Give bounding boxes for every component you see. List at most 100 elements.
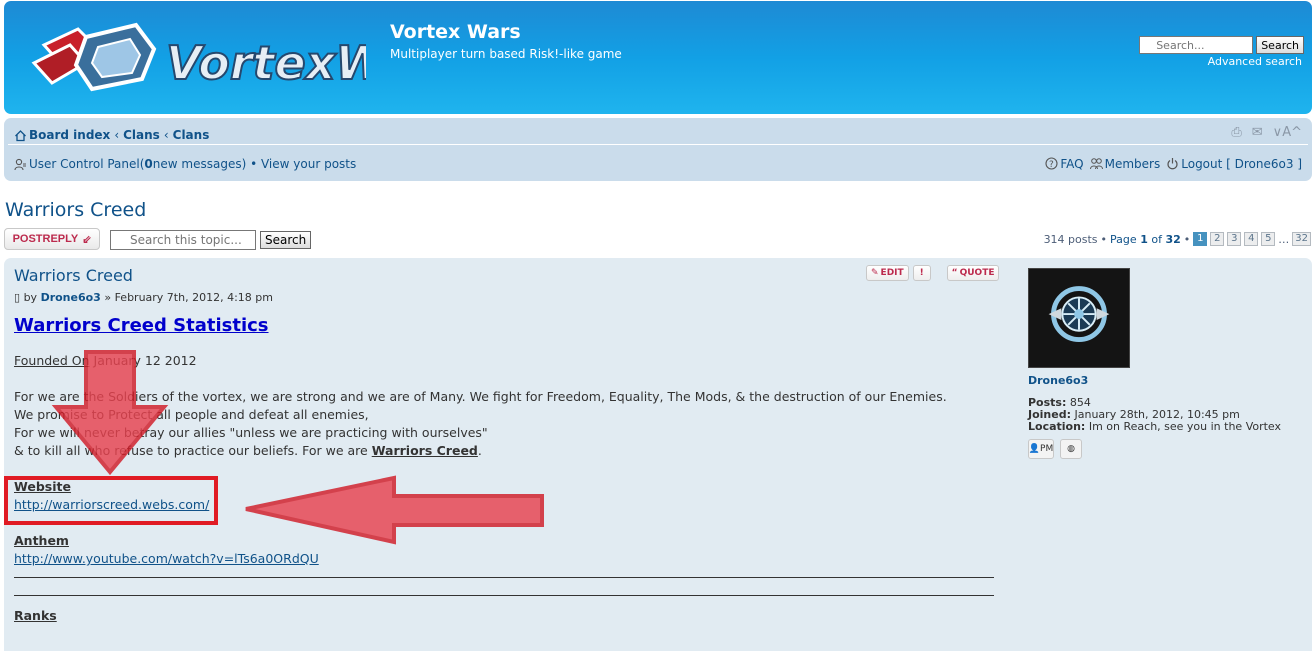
quote-label: QUOTE [959, 268, 995, 278]
pagination-separator: • [1183, 232, 1191, 246]
page-button-1[interactable]: 1 [1193, 232, 1208, 246]
creed-name: Warriors Creed [371, 443, 478, 458]
print-icon[interactable]: ⎙ [1231, 125, 1241, 140]
user-control-panel-link[interactable]: User Control Panel [29, 157, 140, 171]
pm-label: PM [1040, 444, 1054, 454]
post-heading: Warriors Creed Statistics [14, 315, 269, 336]
faq-label: FAQ [1060, 157, 1084, 171]
post-reply-label: POSTREPLY [12, 233, 79, 245]
breadcrumb-separator: ‹ [163, 128, 169, 142]
members-label: Members [1104, 157, 1161, 171]
avatar[interactable] [1028, 268, 1130, 368]
creed-line-4: & to kill all who refuse to practice our… [14, 442, 994, 460]
page-button-4[interactable]: 4 [1244, 232, 1259, 246]
page-button-2[interactable]: 2 [1210, 232, 1225, 246]
logout-label: Logout [ Drone6o3 ] [1181, 157, 1302, 171]
faq-icon: ? [1045, 157, 1058, 170]
globe-icon: ◍ [1067, 444, 1075, 454]
anthem-label: Anthem [14, 533, 69, 548]
user-control-panel-icon [14, 158, 26, 170]
creed-line-1: For we are the Soldiers of the vortex, w… [14, 389, 947, 404]
creed-line-4-end: . [477, 443, 482, 458]
members-link[interactable]: Members [1089, 157, 1161, 171]
logout-link[interactable]: Logout [ Drone6o3 ] [1166, 157, 1302, 171]
nav-separator: • [246, 157, 261, 171]
report-button[interactable]: ! [912, 265, 931, 281]
post-title[interactable]: Warriors Creed [14, 266, 133, 285]
profile-username[interactable]: Drone6o3 [1028, 374, 1308, 387]
page-of: of [1151, 232, 1162, 246]
page-prefix: Page [1110, 232, 1137, 246]
breadcrumb: Board index ‹ Clans ‹ Clans [14, 128, 209, 142]
power-icon [1167, 158, 1178, 170]
nav-user-links: User Control Panel (0 new messages) • Vi… [14, 157, 356, 171]
edit-label: EDIT [880, 268, 904, 278]
page-jump-link[interactable]: Page 1 of 32 [1110, 233, 1181, 246]
page-tools: ⎙ ✉ ∨A^ [1231, 125, 1302, 140]
site-description: Multiplayer turn based Risk!-like game [390, 47, 622, 61]
email-icon[interactable]: ✉ [1252, 125, 1263, 140]
creed-line-3: For we will never betray our allies "unl… [14, 425, 488, 440]
post-date: » February 7th, 2012, 4:18 pm [104, 291, 273, 304]
topic-search-button[interactable]: Search [260, 231, 312, 249]
view-your-posts-link[interactable]: View your posts [261, 157, 356, 171]
topic-search-input[interactable] [110, 230, 256, 250]
post-content: Warriors Creed Statistics Founded On Jan… [14, 314, 994, 625]
founded-value: January 12 2012 [89, 353, 197, 368]
topic-title[interactable]: Warriors Creed [5, 199, 146, 221]
post-author-line: ▯ by Drone6o3 » February 7th, 2012, 4:18… [14, 291, 273, 304]
founded-line: Founded On January 12 2012 [14, 352, 994, 370]
posts-count: 314 posts [1043, 232, 1098, 246]
site-title: Vortex Wars [390, 21, 521, 43]
members-icon [1089, 158, 1103, 170]
edit-icon: ✎ [871, 268, 879, 278]
site-header: VortexWars Vortex Wars Multiplayer turn … [4, 1, 1312, 114]
new-messages-suffix: new messages) [152, 157, 247, 171]
post-buttons: ✎ EDIT ! “QUOTE [866, 265, 1000, 281]
header-search-button[interactable]: Search [1256, 36, 1304, 54]
post-icon: ▯ [14, 291, 21, 304]
page-button-last[interactable]: 32 [1292, 232, 1311, 246]
profile-contact: 👤 PM ◍ [1028, 439, 1308, 459]
location-label: Location: [1028, 420, 1086, 433]
profile-location: Location: Im on Reach, see you in the Vo… [1028, 421, 1308, 433]
topic-search: Search [110, 230, 312, 250]
breadcrumb-clans-2[interactable]: Clans [173, 128, 210, 142]
pagination-ellipsis: … [1278, 232, 1290, 246]
reply-arrow-icon: ⇙ [82, 233, 92, 246]
header-search-input[interactable] [1139, 36, 1254, 54]
pm-button[interactable]: 👤 PM [1028, 439, 1054, 459]
post: Warriors Creed ✎ EDIT ! “QUOTE ▯ by Drone… [4, 258, 1312, 651]
breadcrumb-clans-1[interactable]: Clans [123, 128, 160, 142]
ranks-label: Ranks [14, 608, 57, 623]
advanced-search-link[interactable]: Advanced search [1208, 55, 1302, 68]
faq-link[interactable]: ? FAQ [1045, 157, 1084, 171]
font-size-toggle[interactable]: ∨A^ [1273, 125, 1302, 140]
post-profile: Drone6o3 Posts: 854 Joined: January 28th… [1028, 268, 1308, 459]
svg-text:VortexWars: VortexWars [166, 36, 366, 90]
breadcrumb-board-index[interactable]: Board index [29, 128, 110, 142]
new-messages-count[interactable]: 0 [144, 157, 152, 171]
anthem-link[interactable]: http://www.youtube.com/watch?v=lTs6a0ORd… [14, 551, 319, 566]
vortexwars-logo[interactable]: VortexWars [26, 19, 366, 101]
location-value: Im on Reach, see you in the Vortex [1088, 420, 1282, 433]
website-button[interactable]: ◍ [1060, 439, 1082, 459]
navbar: Board index ‹ Clans ‹ Clans ⎙ ✉ ∨A^ User… [4, 118, 1312, 181]
pagination-separator: • [1100, 232, 1108, 246]
pm-icon: 👤 [1028, 444, 1041, 454]
post-reply-button[interactable]: POSTREPLY ⇙ [4, 228, 100, 250]
page-button-5[interactable]: 5 [1261, 232, 1276, 246]
quote-icon: “ [951, 268, 958, 278]
navbar-divider [8, 144, 1308, 145]
breadcrumb-separator: ‹ [114, 128, 120, 142]
post-author-link[interactable]: Drone6o3 [41, 291, 101, 304]
creed-line-4-text: & to kill all who refuse to practice our… [14, 443, 372, 458]
website-link[interactable]: http://warriorscreed.webs.com/ [14, 497, 209, 512]
founded-label: Founded On [14, 353, 90, 368]
svg-text:?: ? [1049, 160, 1054, 170]
edit-button[interactable]: ✎ EDIT [866, 265, 909, 281]
page-button-3[interactable]: 3 [1227, 232, 1242, 246]
quote-button[interactable]: “QUOTE [946, 265, 1000, 281]
website-label: Website [14, 479, 71, 494]
header-search: Search [1139, 36, 1304, 54]
